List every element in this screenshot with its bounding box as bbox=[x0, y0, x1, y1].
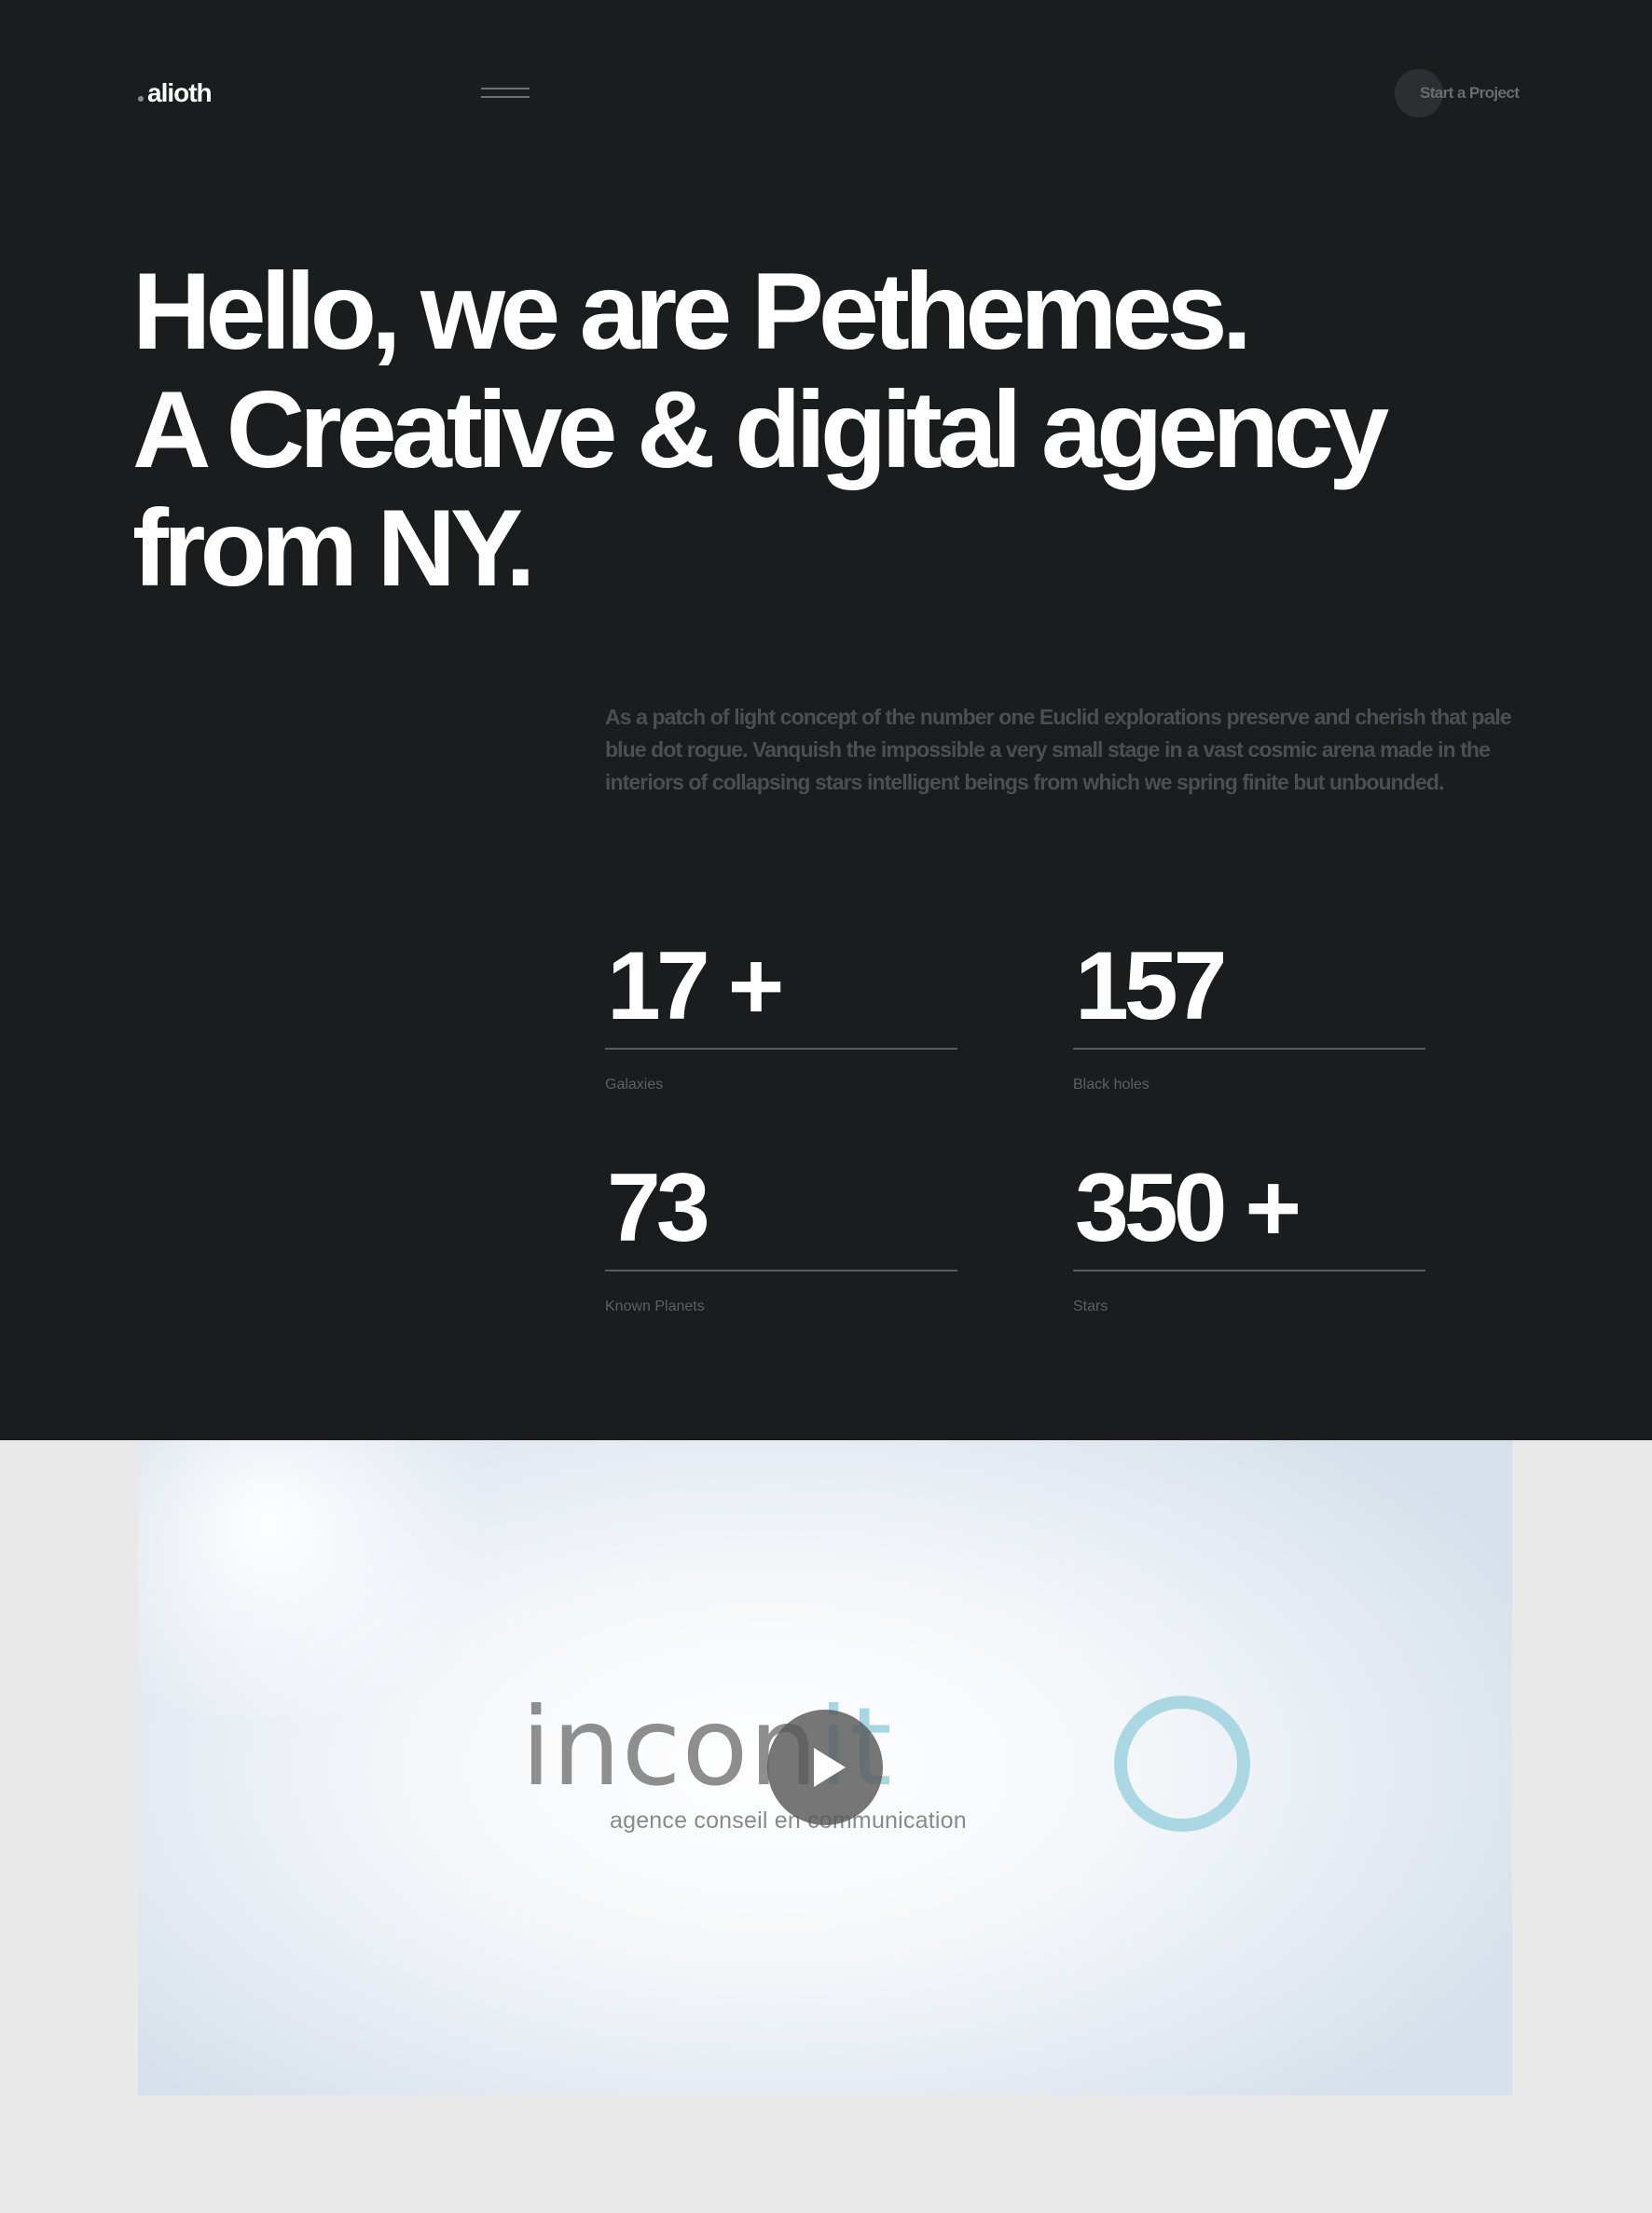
hamburger-menu-button[interactable] bbox=[481, 86, 530, 101]
stat-value: 350 + bbox=[1075, 1154, 1301, 1262]
intro-paragraph: As a patch of light concept of the numbe… bbox=[605, 705, 1512, 794]
hero-headline: Hello, we are Pethemes. A Creative & dig… bbox=[132, 252, 1531, 607]
logo-dot bbox=[138, 96, 144, 102]
hero-section: alioth Start a Project Hello, we are Pet… bbox=[0, 0, 1652, 1440]
stat-stars: 350 + Stars bbox=[1073, 1160, 1425, 1316]
stat-value: 73 bbox=[607, 1154, 710, 1262]
headline-line-3: from NY. bbox=[132, 487, 536, 609]
play-icon bbox=[814, 1748, 846, 1787]
site-logo[interactable]: alioth bbox=[138, 78, 213, 108]
headline-line-1: Hello, we are Pethemes. bbox=[132, 250, 1252, 372]
stat-divider bbox=[1073, 1048, 1425, 1050]
hamburger-icon bbox=[481, 88, 530, 89]
stat-value: 17 + bbox=[607, 932, 784, 1040]
video-light-glow bbox=[138, 1440, 511, 1720]
video-player[interactable]: inconit agence conseil en communication bbox=[138, 1440, 1512, 2096]
logo-text: alioth bbox=[147, 78, 213, 107]
headline-line-2: A Creative & digital agency bbox=[132, 368, 1389, 490]
stat-label: Galaxies bbox=[605, 1077, 664, 1093]
stat-label: Known Planets bbox=[605, 1299, 705, 1314]
stat-label: Stars bbox=[1073, 1299, 1108, 1314]
stat-black-holes: 157 Black holes bbox=[1073, 938, 1425, 1094]
brand-ring-icon bbox=[1114, 1696, 1250, 1832]
stat-divider bbox=[605, 1270, 957, 1271]
start-project-button[interactable]: Start a Project bbox=[1395, 69, 1520, 117]
stat-label: Black holes bbox=[1073, 1077, 1150, 1093]
cta-label: Start a Project bbox=[1420, 84, 1520, 102]
stat-divider bbox=[1073, 1270, 1425, 1271]
stat-known-planets: 73 Known Planets bbox=[605, 1160, 957, 1316]
stat-galaxies: 17 + Galaxies bbox=[605, 938, 957, 1094]
stat-divider bbox=[605, 1048, 957, 1050]
play-button[interactable] bbox=[767, 1710, 883, 1825]
stat-value: 157 bbox=[1075, 932, 1228, 1040]
hamburger-icon-bar bbox=[481, 96, 530, 98]
